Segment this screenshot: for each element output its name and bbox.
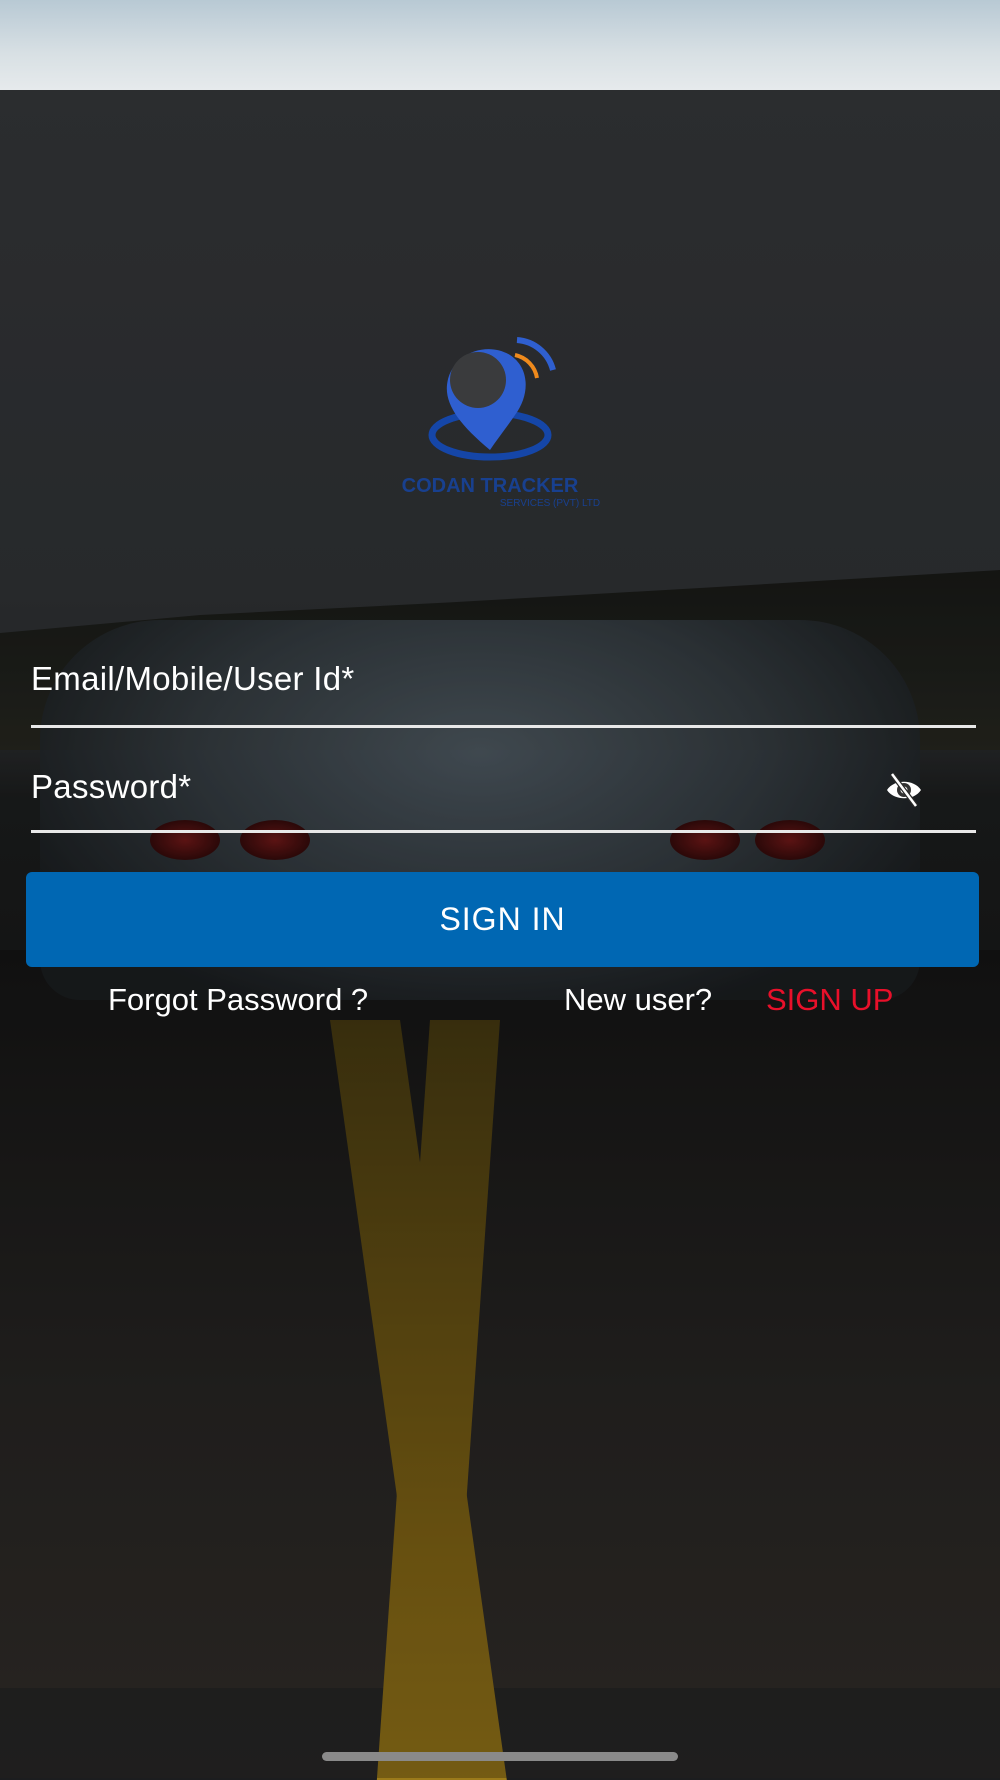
status-bar-background <box>0 0 1000 90</box>
email-placeholder: Email/Mobile/User Id* <box>31 660 355 697</box>
home-indicator[interactable] <box>322 1752 678 1761</box>
logo-pin-hole <box>450 352 506 408</box>
logo-signal-arc-blue <box>516 337 556 371</box>
sign-in-button[interactable]: SIGN IN <box>26 872 979 967</box>
new-user-label: New user? <box>564 982 713 1017</box>
password-placeholder: Password* <box>31 768 192 805</box>
eye-off-icon[interactable] <box>884 770 924 810</box>
password-field[interactable]: Password* <box>31 750 976 833</box>
logo-company-subtitle: SERVICES (PVT) LTD <box>500 498 600 509</box>
sign-up-link[interactable]: SIGN UP <box>766 982 893 1018</box>
email-field[interactable]: Email/Mobile/User Id* <box>31 640 976 728</box>
forgot-password-link[interactable]: Forgot Password ? <box>108 982 368 1018</box>
company-logo: CODAN TRACKER SERVICES (PVT) LTD <box>402 337 600 509</box>
logo-company-name: CODAN TRACKER <box>402 475 579 497</box>
